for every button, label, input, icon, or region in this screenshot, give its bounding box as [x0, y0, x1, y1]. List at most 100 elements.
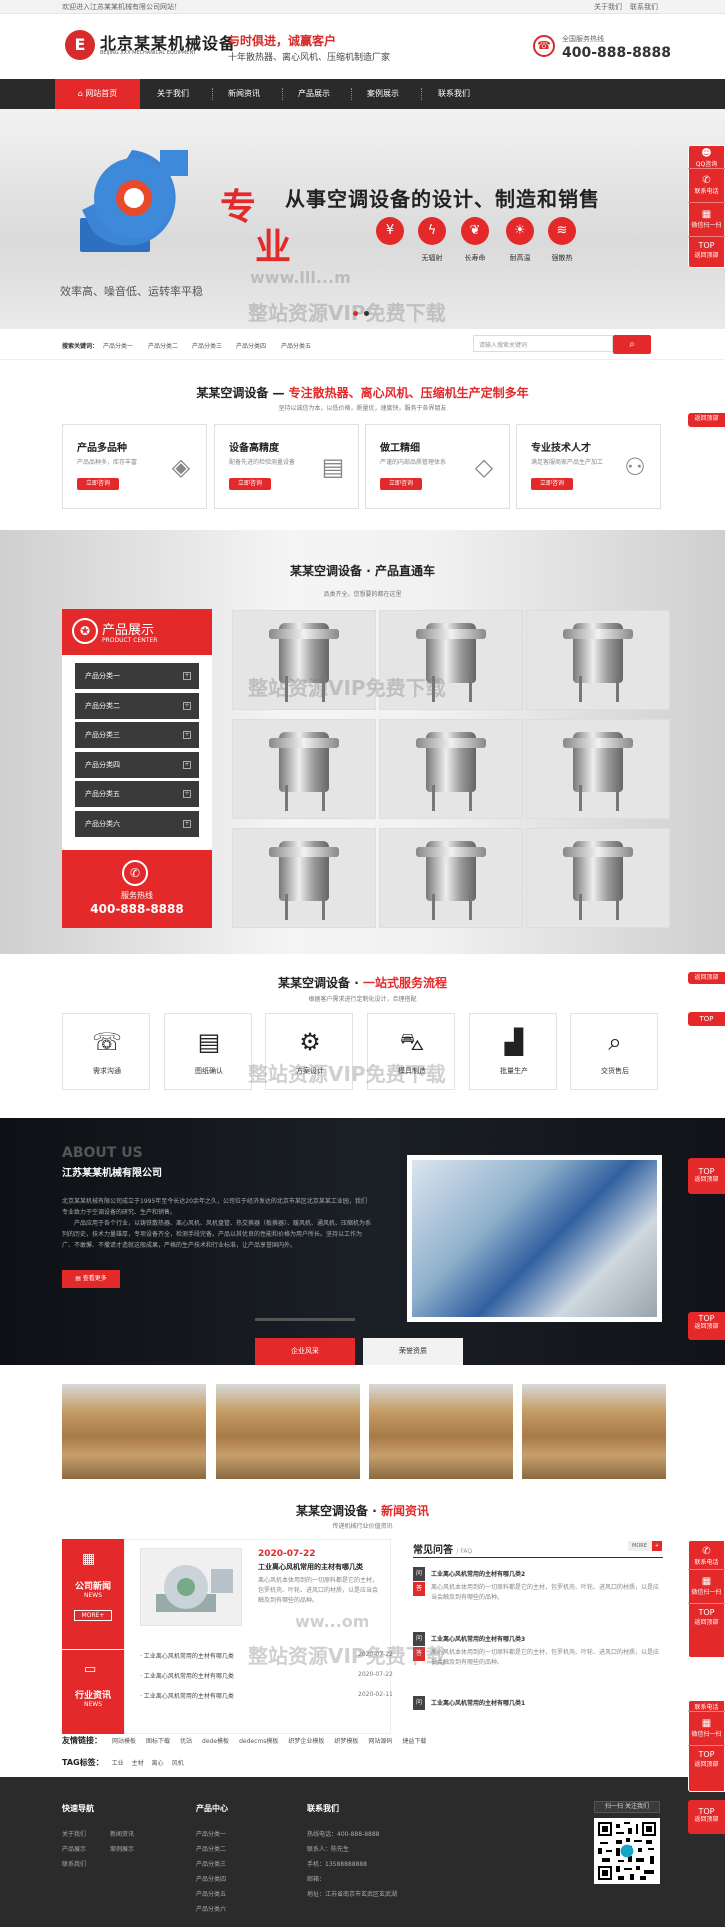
- back-to-top-button[interactable]: 返回顶部: [688, 972, 725, 984]
- company-news-tab[interactable]: ▦ 公司新闻 NEWS MORE+: [62, 1539, 124, 1649]
- side-qq[interactable]: ☻ QQ咨询: [688, 145, 725, 169]
- about-more-button[interactable]: ▤ 查看更多: [62, 1270, 120, 1288]
- search-input[interactable]: 请输入搜索关键词: [473, 335, 613, 352]
- industry-news-tab[interactable]: ▭ 行业资讯 NEWS: [62, 1649, 124, 1734]
- about-more-label: 查看更多: [82, 1275, 107, 1282]
- featured-news-title[interactable]: 工业离心风机常用的主材有哪几类: [258, 1562, 363, 1572]
- side-wechat[interactable]: ▦ 微信扫一扫: [688, 203, 725, 237]
- logo-icon[interactable]: E: [65, 30, 95, 60]
- news-more-button[interactable]: MORE+: [74, 1610, 112, 1621]
- category-item[interactable]: 产品分类三 +: [75, 722, 199, 748]
- consult-button[interactable]: 立即咨询: [77, 478, 119, 490]
- side-wechat[interactable]: ▦ 微信扫一扫: [688, 1570, 725, 1604]
- back-to-top-button[interactable]: 返回顶部: [688, 413, 725, 427]
- back-to-top-button[interactable]: TOP 返回顶部: [688, 1800, 725, 1834]
- gallery-image[interactable]: [216, 1384, 360, 1479]
- friend-link[interactable]: 织梦企业模板: [288, 1738, 324, 1745]
- friend-link[interactable]: 网站模板: [112, 1738, 136, 1745]
- keyword-link[interactable]: 产品分类五: [281, 341, 311, 350]
- side-wechat[interactable]: ▦ 微信扫一扫: [688, 1712, 725, 1746]
- news-list-item[interactable]: · 工业离心风机常用的主材有哪几类: [140, 1671, 234, 1680]
- side-phone[interactable]: ✆ 联系电话: [688, 169, 725, 203]
- product-image[interactable]: [526, 828, 670, 928]
- tag-link[interactable]: 风机: [172, 1760, 184, 1767]
- friend-link[interactable]: dedecms模板: [239, 1738, 278, 1745]
- tab-company-style[interactable]: 企业风采: [255, 1338, 355, 1365]
- category-item[interactable]: 产品分类一 +: [75, 663, 199, 689]
- footer-nav-link[interactable]: 新闻资讯: [110, 1829, 134, 1838]
- category-item[interactable]: 产品分类五 +: [75, 781, 199, 807]
- search-button[interactable]: ⌕: [613, 335, 651, 354]
- back-to-top-button[interactable]: TOP: [688, 1012, 725, 1026]
- side-phone[interactable]: ✆ 联系电话: [688, 1540, 725, 1570]
- news-list-item[interactable]: · 工业离心风机常用的主材有哪几类: [140, 1651, 234, 1660]
- tab-honors[interactable]: 荣誉资质: [363, 1338, 463, 1365]
- nav-about[interactable]: 关于我们: [157, 79, 189, 109]
- category-item[interactable]: 产品分类四 +: [75, 752, 199, 778]
- nav-divider: [351, 88, 352, 100]
- footer-product-link[interactable]: 产品分类一: [196, 1829, 226, 1838]
- nav-home[interactable]: ⌂ 网站首页: [55, 79, 140, 109]
- consult-button[interactable]: 立即咨询: [229, 478, 271, 490]
- side-top[interactable]: TOP 返回顶部: [688, 1746, 725, 1770]
- consult-button[interactable]: 立即咨询: [380, 478, 422, 490]
- footer-nav-link[interactable]: 联系我们: [62, 1859, 86, 1868]
- faq-more-button[interactable]: MORE +: [628, 1541, 662, 1551]
- category-item[interactable]: 产品分类六 +: [75, 811, 199, 837]
- back-to-top-button[interactable]: TOP 返回顶部: [688, 1158, 725, 1194]
- footer-product-link[interactable]: 产品分类六: [196, 1904, 226, 1913]
- keyword-link[interactable]: 产品分类三: [192, 341, 222, 350]
- nav-products[interactable]: 产品展示: [298, 79, 330, 109]
- side-top[interactable]: TOP 返回顶部: [688, 1604, 725, 1628]
- footer-product-link[interactable]: 产品分类四: [196, 1874, 226, 1883]
- footer-nav-link[interactable]: 案例展示: [110, 1844, 134, 1853]
- friend-link[interactable]: 网站源码: [368, 1738, 392, 1745]
- top-link-about[interactable]: 关于我们: [594, 2, 622, 12]
- faq-item[interactable]: 问答 工业离心风机常用的主材有哪几类2 离心风机本体用到的一切原料都是它的主材，…: [413, 1567, 663, 1612]
- footer-product-link[interactable]: 产品分类三: [196, 1859, 226, 1868]
- footer-nav-link[interactable]: 关于我们: [62, 1829, 86, 1838]
- friend-link[interactable]: 优站: [180, 1738, 192, 1745]
- gallery-image[interactable]: [369, 1384, 513, 1479]
- gallery-image[interactable]: [522, 1384, 666, 1479]
- carousel-dot[interactable]: [364, 311, 369, 316]
- tag-link[interactable]: 工业: [112, 1760, 124, 1767]
- category-item[interactable]: 产品分类二 +: [75, 693, 199, 719]
- carousel-dot[interactable]: [353, 311, 358, 316]
- news-list-item[interactable]: · 工业离心风机常用的主材有哪几类: [140, 1691, 234, 1700]
- keyword-link[interactable]: 产品分类四: [236, 341, 266, 350]
- product-image[interactable]: [526, 610, 670, 710]
- product-image[interactable]: [232, 828, 376, 928]
- faq-item[interactable]: 问 工业离心风机常用的主材有哪几类1: [413, 1696, 663, 1710]
- product-image[interactable]: [379, 719, 523, 819]
- tag-link[interactable]: 主材: [132, 1760, 144, 1767]
- tag-link[interactable]: 离心: [152, 1760, 164, 1767]
- side-toolbar: ✆ 联系电话 ▦ 微信扫一扫 TOP 返回顶部: [688, 1540, 725, 1658]
- footer-product-link[interactable]: 产品分类五: [196, 1889, 226, 1898]
- nav-cases[interactable]: 案例展示: [367, 79, 399, 109]
- nav-contact[interactable]: 联系我们: [438, 79, 470, 109]
- footer-nav-link[interactable]: 产品展示: [62, 1844, 86, 1853]
- footer-product-link[interactable]: 产品分类二: [196, 1844, 226, 1853]
- nav-news[interactable]: 新闻资讯: [228, 79, 260, 109]
- back-to-top-button[interactable]: TOP 返回顶部: [688, 1312, 725, 1340]
- product-image[interactable]: [379, 828, 523, 928]
- friend-link[interactable]: dede模板: [202, 1738, 229, 1745]
- side-top[interactable]: TOP 返回顶部: [688, 237, 725, 261]
- product-image[interactable]: [232, 719, 376, 819]
- news-thumbnail[interactable]: [140, 1548, 242, 1626]
- faq-item[interactable]: 问答 工业离心风机常用的主材有哪几类3 离心风机本体用到的一切原料都是它的主材，…: [413, 1632, 663, 1677]
- side-wechat-label: 微信扫一扫: [691, 1589, 722, 1596]
- faq-title: 常见问答 / FAQ: [413, 1541, 472, 1556]
- product-image[interactable]: [526, 719, 670, 819]
- keyword-link[interactable]: 产品分类一: [103, 341, 133, 350]
- gallery-image[interactable]: [62, 1384, 206, 1479]
- friend-link[interactable]: 图标下载: [146, 1738, 170, 1745]
- keyword-link[interactable]: 产品分类二: [148, 341, 178, 350]
- top-link-contact[interactable]: 联系我们: [630, 2, 658, 12]
- phone-icon: ☏: [91, 1028, 122, 1056]
- friend-link[interactable]: 捷益下载: [402, 1738, 426, 1745]
- consult-button[interactable]: 立即咨询: [531, 478, 573, 490]
- side-phone[interactable]: 联系电话: [688, 1700, 725, 1712]
- friend-link[interactable]: 织梦模板: [334, 1738, 358, 1745]
